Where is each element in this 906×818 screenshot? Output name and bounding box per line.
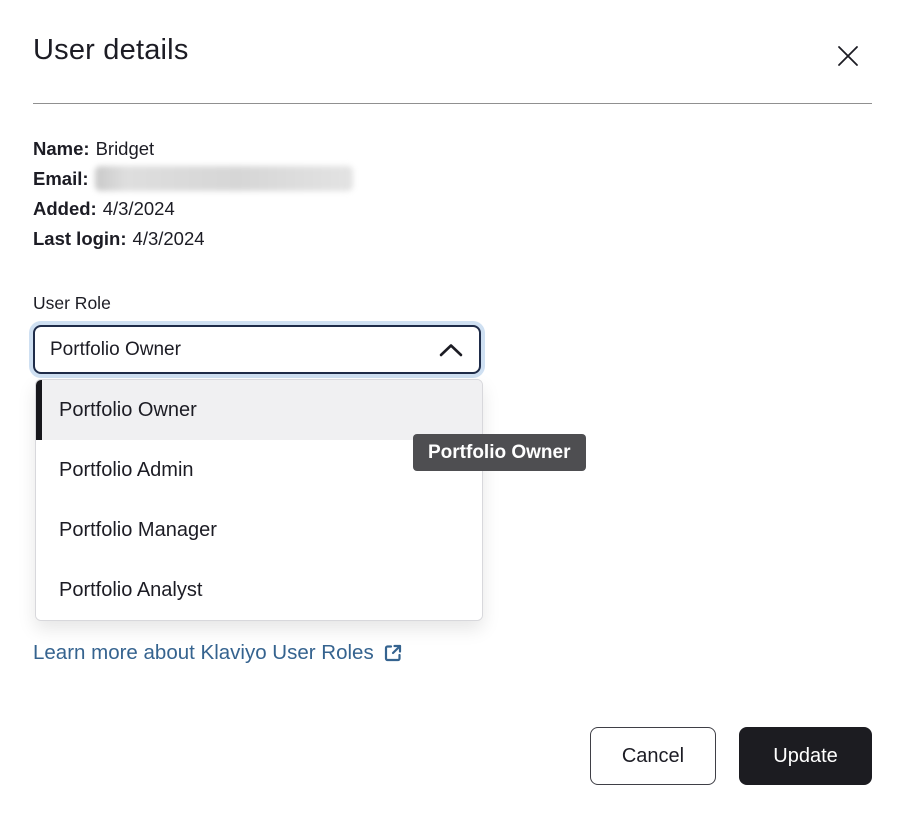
chevron-up-icon: [438, 342, 464, 358]
learn-more-link[interactable]: Learn more about Klaviyo User Roles: [33, 641, 403, 665]
detail-row-added: Added: 4/3/2024: [33, 194, 353, 224]
name-label: Name:: [33, 138, 90, 159]
page-title: User details: [33, 34, 189, 67]
name-value: Bridget: [96, 138, 155, 159]
external-link-icon: [383, 643, 403, 663]
detail-row-email: Email:: [33, 164, 353, 194]
portfolio-owner-tooltip: Portfolio Owner: [413, 434, 586, 471]
option-portfolio-analyst[interactable]: Portfolio Analyst: [36, 560, 482, 620]
added-value: 4/3/2024: [103, 198, 175, 219]
option-portfolio-manager[interactable]: Portfolio Manager: [36, 500, 482, 560]
close-icon: [837, 45, 859, 67]
last-login-value: 4/3/2024: [133, 228, 205, 249]
selected-option-indicator: [36, 380, 42, 440]
detail-row-last-login: Last login: 4/3/2024: [33, 224, 353, 254]
detail-row-name: Name: Bridget: [33, 134, 353, 164]
learn-more-link-text: Learn more about Klaviyo User Roles: [33, 641, 374, 665]
email-label: Email:: [33, 168, 89, 189]
option-label: Portfolio Owner: [59, 399, 197, 422]
header-divider: [33, 103, 872, 104]
user-role-selected-value: Portfolio Owner: [50, 339, 181, 361]
last-login-label: Last login:: [33, 228, 127, 249]
user-role-listbox: Portfolio Owner Portfolio Admin Portfoli…: [35, 379, 483, 621]
option-label: Portfolio Admin: [59, 459, 194, 482]
user-details-modal: User details Name: Bridget Email: Added: 4…: [0, 0, 906, 818]
cancel-button[interactable]: Cancel: [590, 727, 716, 785]
user-role-select[interactable]: Portfolio Owner: [33, 325, 481, 374]
email-redacted-value: [95, 166, 353, 191]
option-portfolio-owner[interactable]: Portfolio Owner: [36, 380, 482, 440]
close-button[interactable]: [830, 38, 866, 74]
user-details-section: Name: Bridget Email: Added: 4/3/2024 Last …: [33, 134, 353, 254]
user-role-label: User Role: [33, 293, 111, 314]
option-label: Portfolio Analyst: [59, 579, 202, 602]
added-label: Added:: [33, 198, 97, 219]
update-button[interactable]: Update: [739, 727, 872, 785]
option-label: Portfolio Manager: [59, 519, 217, 542]
